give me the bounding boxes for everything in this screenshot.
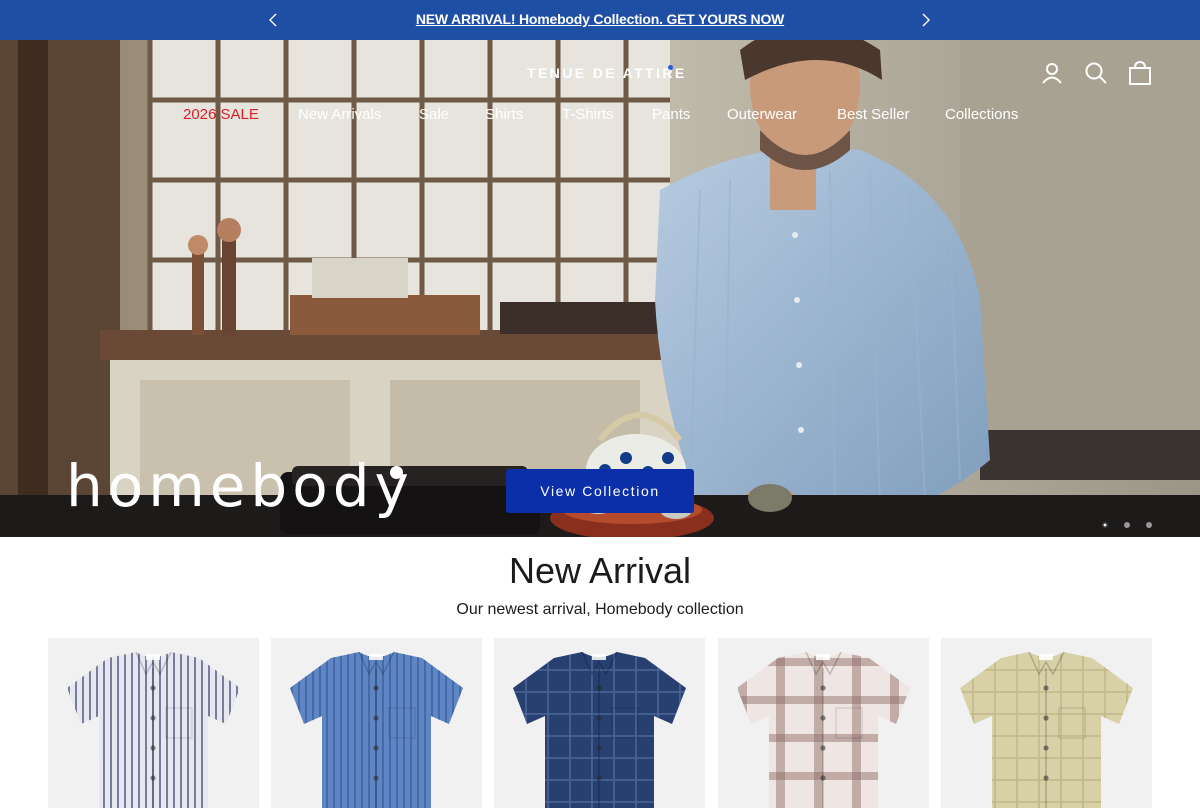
nav-item-pants[interactable]: Pants: [652, 106, 690, 123]
chevron-right-icon: [922, 13, 930, 27]
shirt-image: [960, 651, 1133, 808]
hero-heading: homebody: [66, 452, 414, 520]
nav-item-sale[interactable]: Sale: [419, 106, 449, 123]
shirt-image: [290, 651, 463, 808]
announcement-link[interactable]: NEW ARRIVAL! Homebody Collection. GET YO…: [0, 11, 1200, 27]
product-card[interactable]: [494, 638, 705, 808]
slide-dot-1[interactable]: [1102, 522, 1108, 528]
nav-item-outerwear[interactable]: Outerwear: [727, 106, 797, 123]
section-subtitle: Our newest arrival, Homebody collection: [456, 601, 744, 618]
product-card[interactable]: [718, 638, 929, 808]
shirt-image: [513, 651, 686, 808]
nav-item-2026-sale[interactable]: 2026 SALE: [183, 106, 259, 123]
product-card[interactable]: [271, 638, 482, 808]
slide-dot-2[interactable]: [1124, 522, 1130, 528]
nav-item-best-seller[interactable]: Best Seller: [837, 106, 910, 123]
search-icon[interactable]: [1083, 60, 1109, 86]
nav-item-collections[interactable]: Collections: [945, 106, 1018, 123]
nav-item-shirts[interactable]: Shirts: [485, 106, 523, 123]
shirt-image: [67, 651, 240, 808]
product-card[interactable]: [48, 638, 259, 808]
section-title: New Arrival: [508, 550, 692, 591]
main-navigation: 2026 SALE New Arrivals Sale Shirts T-Shi…: [0, 106, 1200, 126]
store-logo[interactable]: TENUE DE ATTIRE: [527, 65, 687, 81]
nav-item-t-shirts[interactable]: T-Shirts: [562, 106, 614, 123]
logo-dot: [668, 65, 673, 70]
slide-dot-3[interactable]: [1146, 522, 1152, 528]
product-card[interactable]: [941, 638, 1152, 808]
shirt-image: [737, 651, 910, 808]
bag-icon[interactable]: [1127, 60, 1153, 86]
next-announcement-button[interactable]: [914, 8, 938, 32]
hero-heading-dot: [390, 466, 403, 479]
account-icon[interactable]: [1039, 60, 1065, 86]
view-collection-button[interactable]: View Collection: [506, 469, 694, 513]
announcement-bar: NEW ARRIVAL! Homebody Collection. GET YO…: [0, 0, 1200, 40]
nav-item-new-arrivals[interactable]: New Arrivals: [298, 106, 381, 123]
